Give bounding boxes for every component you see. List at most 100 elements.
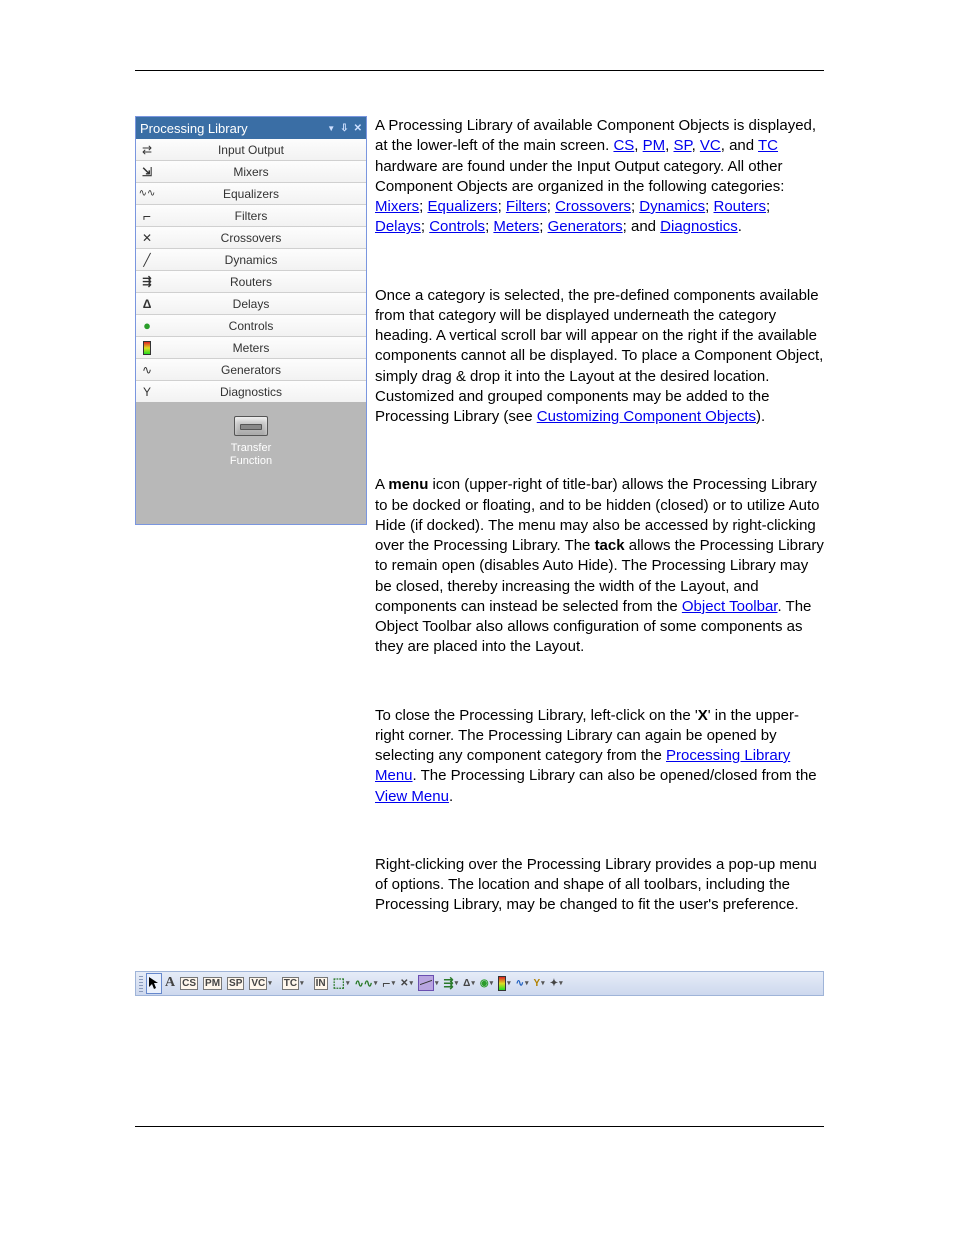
bottom-rule [135,1126,824,1127]
paragraph-5: Right-clicking over the Processing Libra… [375,855,824,916]
category-label: Controls [158,319,366,333]
link-object-toolbar[interactable]: Object Toolbar [682,598,778,615]
link-generators[interactable]: Generators [548,218,623,235]
paragraph-3: A menu icon (upper-right of title-bar) a… [375,475,824,657]
meters-tool[interactable]: ▾ [496,974,513,993]
category-diagnostics[interactable]: Y Diagnostics [136,381,366,402]
tack-bold: tack [595,537,625,554]
menu-icon[interactable]: ▼ [327,124,335,133]
category-dynamics[interactable]: ╱ Dynamics [136,249,366,271]
sp-button[interactable]: SP [225,974,246,993]
filters-tool[interactable]: ⌐▾ [380,974,397,993]
diagnostics-tool[interactable]: Y▾ [532,974,547,993]
paragraph-4: To close the Processing Library, left-cl… [375,706,824,807]
link-pm[interactable]: PM [643,137,666,154]
category-crossovers[interactable]: ✕ Crossovers [136,227,366,249]
crossovers-tool[interactable]: ✕▾ [398,974,415,993]
link-vc[interactable]: VC [700,137,721,154]
link-view-menu[interactable]: View Menu [375,788,449,805]
link-dynamics[interactable]: Dynamics [639,198,705,215]
paragraph-1: A Processing Library of available Compon… [375,116,824,238]
close-icon[interactable]: ✕ [354,123,362,134]
chevron-down-icon: ▾ [541,979,545,987]
controls-tool[interactable]: ◉▾ [478,974,495,993]
chevron-down-icon: ▾ [374,979,378,987]
routers-icon: ⇶ [136,275,158,288]
controls-icon: ● [136,318,158,333]
chevron-down-icon: ▾ [268,979,272,987]
category-input-output[interactable]: ⇄ Input Output [136,139,366,161]
category-filters[interactable]: ⌐ Filters [136,205,366,227]
link-sp[interactable]: SP [673,137,691,154]
chevron-down-icon: ▾ [410,979,414,987]
chevron-down-icon: ▾ [392,979,396,987]
category-delays[interactable]: Δ Delays [136,293,366,315]
misc-tool[interactable]: ✦▾ [548,974,565,993]
vc-button[interactable]: VC▾ [247,974,273,993]
crossovers-icon: ✕ [136,231,158,245]
category-label: Diagnostics [158,385,366,399]
generators-tool[interactable]: ∿▾ [514,974,531,993]
generators-icon: ∿ [136,363,158,377]
x-bold: X [698,707,708,724]
transfer-function-label: TransferFunction [230,442,272,468]
category-label: Generators [158,363,366,377]
link-customizing-component-objects[interactable]: Customizing Component Objects [537,408,756,425]
chevron-down-icon: ▾ [525,979,529,987]
body-text: A Processing Library of available Compon… [367,116,824,916]
category-label: Equalizers [158,187,366,201]
category-generators[interactable]: ∿ Generators [136,359,366,381]
dynamics-tool[interactable]: ▾ [416,974,441,993]
diagnostics-icon: Y [136,385,158,399]
category-routers[interactable]: ⇶ Routers [136,271,366,293]
in-button[interactable]: IN [312,974,330,993]
io-icon: ⇄ [136,143,158,157]
toolbar-grip[interactable] [139,975,143,992]
panel-title-text: Processing Library [140,121,248,136]
chevron-down-icon: ▾ [507,979,511,987]
meters-icon [136,341,158,355]
equalizers-tool[interactable]: ∿∿▾ [352,974,379,993]
cs-button[interactable]: CS [178,974,200,993]
link-mixers[interactable]: Mixers [375,198,419,215]
top-rule [135,70,824,71]
processing-library-titlebar: Processing Library ▼ ⇩ ✕ [136,117,366,139]
chevron-down-icon: ▾ [346,979,350,987]
category-label: Delays [158,297,366,311]
routers-tool[interactable]: ⇶▾ [442,974,461,993]
link-meters[interactable]: Meters [493,218,539,235]
link-filters[interactable]: Filters [506,198,547,215]
category-mixers[interactable]: ⇲ Mixers [136,161,366,183]
text-tool[interactable]: A [163,974,177,993]
chevron-down-icon: ▾ [490,979,494,987]
equalizers-icon: ∿∿ [136,188,158,199]
link-crossovers[interactable]: Crossovers [555,198,631,215]
pointer-tool[interactable] [146,973,162,994]
link-delays[interactable]: Delays [375,218,421,235]
menu-bold: menu [388,476,428,493]
link-routers[interactable]: Routers [714,198,767,215]
delays-tool[interactable]: Δ▾ [461,974,477,993]
category-label: Crossovers [158,231,366,245]
object-toolbar: A CS PM SP VC▾ TC▾ IN ⬚▾ ∿∿▾ ⌐▾ ✕▾ ▾ ⇶▾ … [135,971,824,996]
category-meters[interactable]: Meters [136,337,366,359]
category-equalizers[interactable]: ∿∿ Equalizers [136,183,366,205]
panel-item-area: TransferFunction [136,402,366,524]
category-label: Routers [158,275,366,289]
mixers-icon: ⇲ [136,165,158,179]
link-controls[interactable]: Controls [429,218,485,235]
paragraph-2: Once a category is selected, the pre-def… [375,286,824,428]
pm-button[interactable]: PM [201,974,224,993]
pin-icon[interactable]: ⇩ [340,123,348,134]
mixers-tool[interactable]: ⬚▾ [331,974,352,993]
tc-button[interactable]: TC▾ [280,974,306,993]
chevron-down-icon: ▾ [435,979,439,987]
link-equalizers[interactable]: Equalizers [428,198,498,215]
link-cs[interactable]: CS [613,137,634,154]
category-controls[interactable]: ● Controls [136,315,366,337]
category-label: Input Output [158,143,366,157]
transfer-function-item[interactable] [234,416,268,436]
link-diagnostics[interactable]: Diagnostics [660,218,738,235]
dynamics-icon: ╱ [136,253,158,267]
link-tc[interactable]: TC [758,137,778,154]
